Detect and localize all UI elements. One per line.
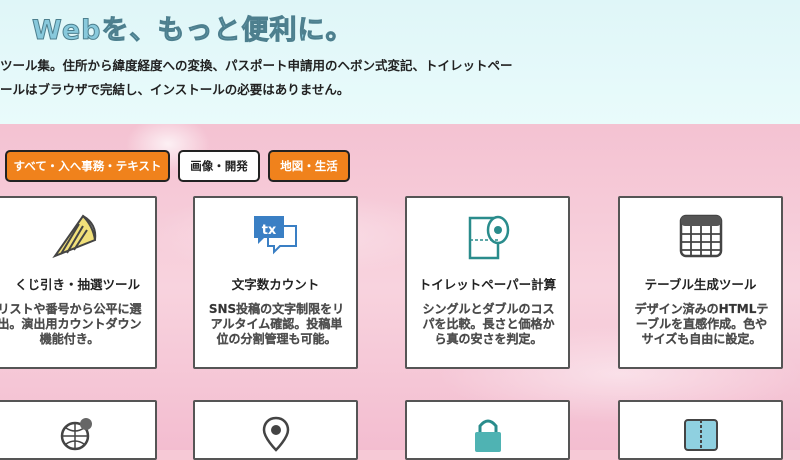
tool-card-char-count[interactable]: tx 文字数カウント SNS投稿の文字制限をリアルタイム確認。投稿単位の分割管理… xyxy=(193,196,358,369)
tool-card-table-generator[interactable]: テーブル生成ツール デザイン済みのHTMLテーブルを直感作成。色やサイズも自由に… xyxy=(618,196,783,369)
card-description: SNS投稿の文字制限をリアルタイム確認。投稿単位の分割管理も可能。 xyxy=(208,302,345,346)
toilet-paper-icon xyxy=(468,215,509,260)
tool-card-toilet-paper[interactable]: トイレットペーパー計算 シングルとダブルのコスパを比較。長さと価格から真の安さを… xyxy=(405,196,570,369)
svg-text:tx: tx xyxy=(261,223,276,238)
hero-description-line-1: ツール集。住所から緯度経度への変換、パスポート申請用のヘボン式変記、トイレットペ… xyxy=(0,58,513,73)
globe-gear-icon xyxy=(60,418,92,451)
tool-card-lottery[interactable]: くじ引き・抽選ツール リストや番号から公平に選出。演出用カウントダウン機能付き。 xyxy=(0,196,157,369)
card-title: くじ引き・抽選ツール xyxy=(14,277,140,292)
tool-card-bottom-3[interactable] xyxy=(405,400,570,460)
tool-card-bottom-4[interactable] xyxy=(618,400,783,460)
table-grid-icon xyxy=(679,214,722,258)
hero-banner: Webを、もっと便利に。 ツール集。住所から緯度経度への変換、パスポート申請用の… xyxy=(0,0,800,125)
lock-bag-icon xyxy=(474,419,501,452)
lottery-cone-icon xyxy=(51,214,96,259)
hero-title: Webを、もっと便利に。 xyxy=(31,15,354,47)
tab-all-office-text[interactable]: すべて・入へ事務・テキスト xyxy=(5,150,170,182)
card-description: リストや番号から公平に選出。演出用カウントダウン機能付き。 xyxy=(0,302,142,346)
card-title: 文字数カウント xyxy=(231,277,320,292)
tool-card-bottom-2[interactable] xyxy=(193,400,358,460)
card-description: デザイン済みのHTMLテーブルを直感作成。色やサイズも自由に設定。 xyxy=(634,302,769,346)
tab-image-dev[interactable]: 画像・開発 xyxy=(178,150,260,182)
tab-map-life[interactable]: 地図・生活 xyxy=(268,150,350,182)
hero-description-line-2: ールはブラウザで完結し、インストールの必要はありません。 xyxy=(0,82,350,97)
card-title: テーブル生成ツール xyxy=(644,277,757,292)
map-pin-icon xyxy=(262,416,289,452)
tool-card-bottom-1[interactable] xyxy=(0,400,157,460)
card-description: シングルとダブルのコスパを比較。長さと価格から真の安さを判定。 xyxy=(422,302,555,346)
card-title: トイレットペーパー計算 xyxy=(418,277,557,292)
text-chat-icon: tx xyxy=(253,216,297,255)
folder-zip-icon xyxy=(683,419,718,451)
